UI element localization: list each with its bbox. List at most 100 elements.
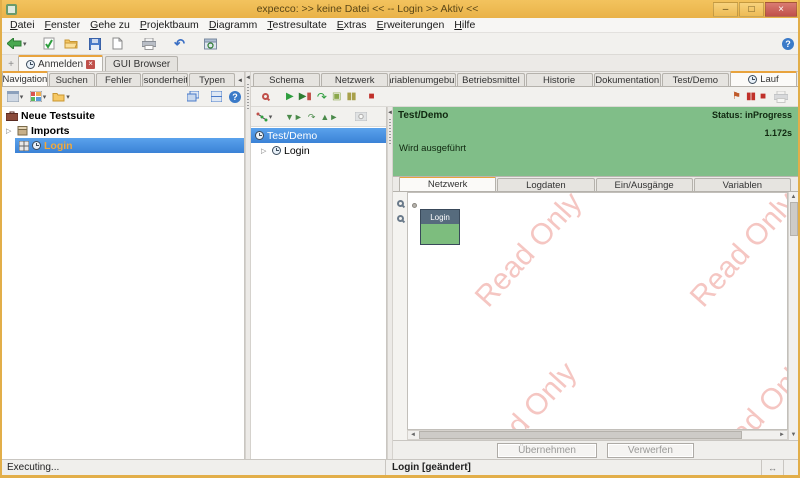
tab-dokumentation[interactable]: Dokumentation (594, 73, 661, 86)
new-document-button[interactable] (108, 35, 128, 53)
tab-test-demo[interactable]: Test/Demo (662, 73, 729, 86)
expander-icon[interactable]: ▷ (261, 147, 269, 155)
tree-item-testsuite[interactable]: Neue Testsuite (2, 108, 244, 123)
tab-besonderheiten[interactable]: Besonderheiten (142, 73, 188, 86)
vscroll-thumb[interactable] (790, 202, 798, 236)
tab-suchen[interactable]: Suchen (49, 73, 95, 86)
tree-item-login[interactable]: Login (15, 138, 244, 153)
menu-fenster[interactable]: Fenster (40, 19, 86, 31)
breakpoint-flag-button[interactable]: ⚑ (732, 91, 741, 103)
scroll-left-icon[interactable]: ◄ (408, 432, 418, 438)
stop-button[interactable]: ■ (368, 91, 374, 103)
step-button[interactable]: ↷ (317, 91, 327, 103)
restart-button[interactable] (201, 35, 221, 53)
tab-historie[interactable]: Historie (526, 73, 593, 86)
minimize-button[interactable]: – (713, 2, 738, 17)
doc-tab-anmelden[interactable]: Anmelden × (18, 55, 103, 71)
back-button[interactable]: ▾ (6, 35, 28, 53)
hscroll-thumb[interactable] (419, 431, 742, 439)
menu-extras[interactable]: Extras (332, 19, 372, 31)
tab-scroll-left-icon[interactable]: ◄ (236, 78, 244, 86)
tab-result-variablen[interactable]: Variablen (694, 178, 791, 191)
tab-lauf[interactable]: Lauf (730, 71, 797, 86)
zoom-out-icon[interactable] (397, 215, 404, 222)
step-into-button[interactable]: ▼► (285, 111, 303, 123)
pause-run-button[interactable]: ▮▮ (746, 91, 755, 103)
discard-button[interactable]: Verwerfen (607, 443, 694, 458)
resize-grip-icon[interactable]: ↔ (762, 460, 784, 475)
splitter-handle[interactable] (247, 84, 249, 110)
stop-run-button[interactable]: ■ (760, 91, 766, 103)
run-selected-button[interactable]: ▣ (332, 91, 341, 103)
detach-window-button[interactable] (183, 88, 203, 106)
view-mode-button[interactable]: ▾ (5, 88, 25, 106)
run-button[interactable]: ▶ (286, 91, 294, 103)
menu-datei[interactable]: Datei (5, 19, 40, 31)
menu-testresultate[interactable]: Testresultate (262, 19, 332, 31)
open-folder-icon (64, 38, 79, 49)
tab-typen[interactable]: Typen (189, 73, 235, 86)
flag-icon: ⚑ (732, 91, 741, 102)
step-out-button[interactable]: ▲► (320, 111, 338, 123)
folder-view-button[interactable]: ▾ (51, 88, 71, 106)
search-button[interactable] (255, 88, 275, 106)
add-tab-button[interactable]: + (4, 59, 18, 71)
menu-projektbaum[interactable]: Projektbaum (135, 19, 204, 31)
panel-help-icon[interactable]: ? (229, 91, 241, 103)
testcase-grid-icon (19, 141, 29, 151)
print-report-button[interactable] (771, 88, 791, 106)
tab-variablenumgebung[interactable]: Variablenumgebung (389, 73, 456, 86)
save-layout-button[interactable] (206, 88, 226, 106)
run-tree-item-testdemo[interactable]: Test/Demo (251, 128, 386, 143)
tab-result-ein-ausgaenge[interactable]: Ein/Ausgänge (596, 178, 693, 191)
zoom-in-icon[interactable] (397, 200, 404, 207)
doc-tab-gui-browser[interactable]: GUI Browser (105, 56, 178, 71)
run-tree-item-login[interactable]: ▷ Login (251, 143, 386, 158)
tab-navigation[interactable]: Navigation (2, 71, 48, 86)
back-caret-icon[interactable]: ▾ (23, 40, 27, 48)
snapshot-button[interactable] (351, 108, 371, 126)
tab-netzwerk[interactable]: Netzwerk (321, 73, 388, 86)
scroll-up-icon[interactable]: ▲ (791, 192, 797, 202)
close-tab-icon[interactable]: × (86, 60, 95, 69)
close-button[interactable]: × (765, 2, 797, 17)
menubar: Datei Fenster Gehe zu Projektbaum Diagra… (2, 18, 798, 33)
horizontal-scrollbar[interactable]: ◄ ► (407, 430, 788, 440)
accept-button[interactable] (39, 35, 59, 53)
tree-item-imports[interactable]: ▷ Imports (2, 123, 244, 138)
tab-fehler[interactable]: Fehler (96, 73, 142, 86)
expander-icon[interactable]: ▷ (6, 127, 14, 135)
vertical-scrollbar[interactable]: ▲ ▼ (788, 192, 798, 440)
run-toolbar: ▶ ▶▮ ↷ ▣ ▮▮ ■ ⚑ ▮▮ ■ (251, 87, 798, 107)
tab-schema[interactable]: Schema (253, 73, 320, 86)
print-button[interactable] (139, 35, 159, 53)
tree-view-button[interactable]: ▾ (254, 108, 274, 126)
left-tabbar: Navigation Suchen Fehler Besonderheiten … (2, 72, 244, 87)
search-icon (262, 93, 269, 100)
undo-icon: ↶ (174, 36, 185, 52)
run-tree: Test/Demo ▷ Login (251, 127, 386, 459)
tree-item-label: Login (44, 140, 73, 152)
step-over-button[interactable]: ↷ (308, 111, 316, 123)
scroll-down-icon[interactable]: ▼ (791, 430, 797, 440)
tab-betriebsmittel[interactable]: Betriebsmittel (457, 73, 524, 86)
menu-hilfe[interactable]: Hilfe (449, 19, 480, 31)
undo-button[interactable]: ↶ (170, 35, 190, 53)
menu-gehe-zu[interactable]: Gehe zu (85, 19, 135, 31)
pause-button[interactable]: ▮▮ (346, 91, 355, 103)
login-node[interactable]: Login (420, 209, 460, 245)
category-view-button[interactable]: ▾ (28, 88, 48, 106)
network-canvas[interactable]: Read Only Read Only Read Only Read Only … (407, 192, 788, 430)
run-debug-button[interactable]: ▶▮ (299, 91, 312, 103)
scroll-right-icon[interactable]: ► (777, 432, 787, 438)
apply-button[interactable]: Übernehmen (497, 443, 597, 458)
splitter-handle[interactable] (389, 119, 391, 145)
open-file-button[interactable] (62, 35, 82, 53)
help-icon[interactable]: ? (782, 38, 794, 50)
menu-diagramm[interactable]: Diagramm (204, 19, 262, 31)
tab-result-netzwerk[interactable]: Netzwerk (399, 176, 496, 191)
tab-result-logdaten[interactable]: Logdaten (497, 178, 594, 191)
menu-erweiterungen[interactable]: Erweiterungen (372, 19, 450, 31)
maximize-button[interactable]: □ (739, 2, 764, 17)
save-button[interactable] (85, 35, 105, 53)
